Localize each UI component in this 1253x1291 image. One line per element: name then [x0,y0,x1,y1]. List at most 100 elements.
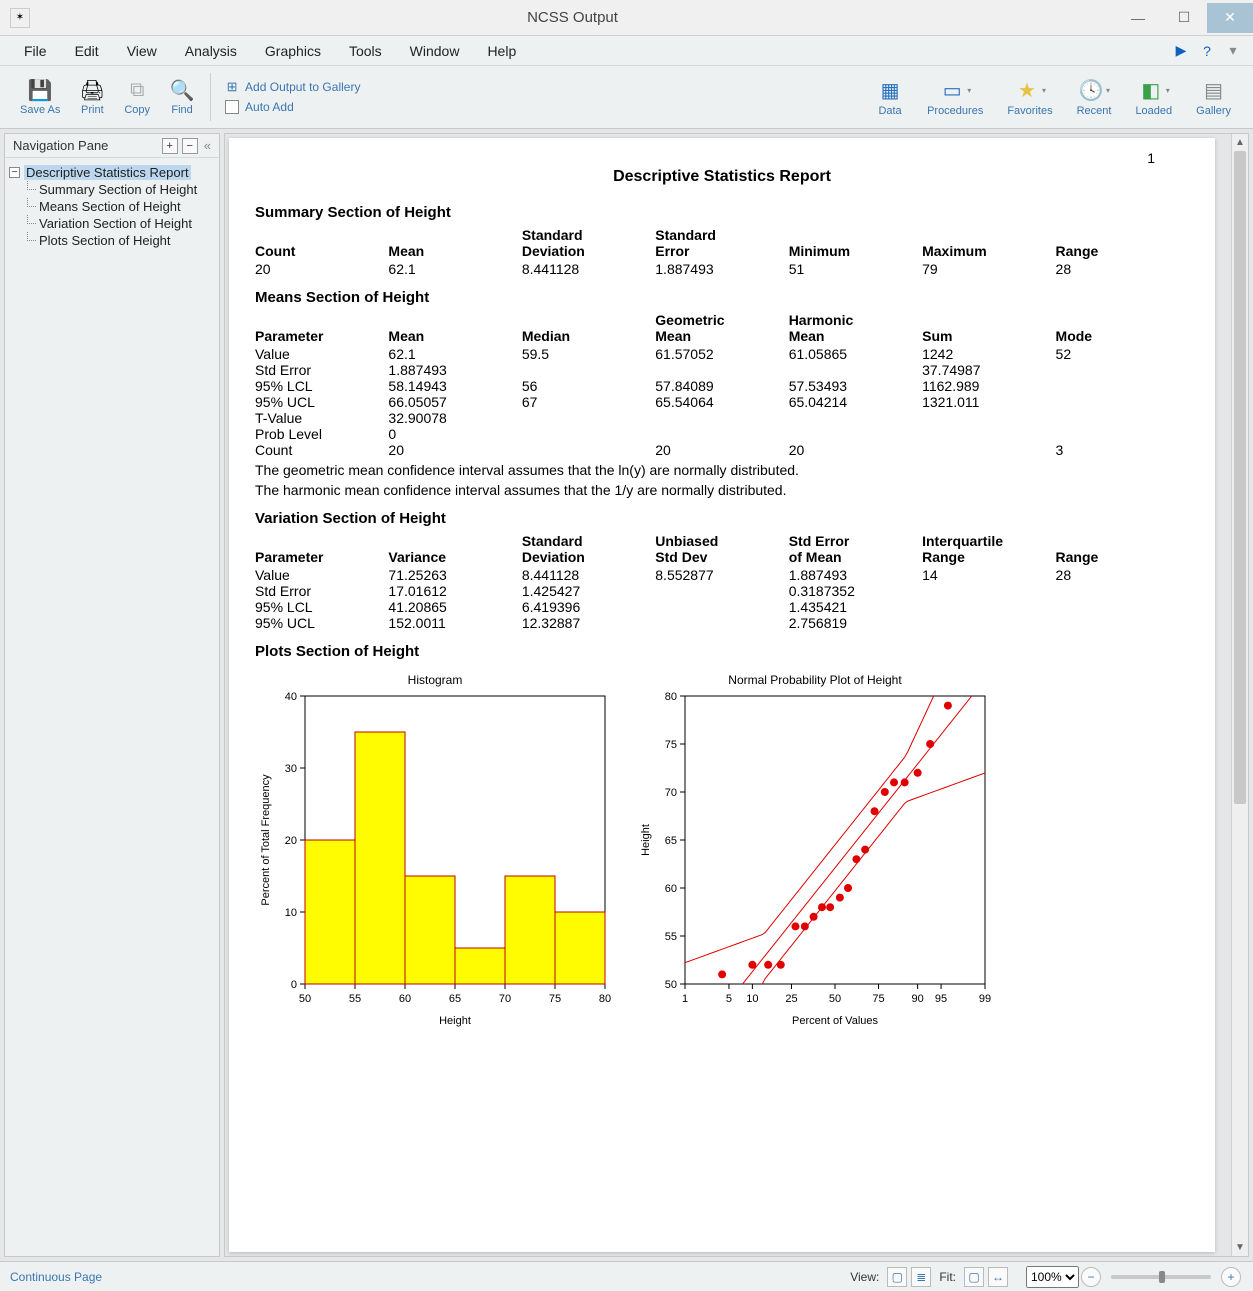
menu-view[interactable]: View [113,38,171,64]
scroll-thumb[interactable] [1234,151,1246,804]
svg-text:55: 55 [665,931,677,943]
print-icon: 🖨 [80,78,104,102]
recent-button[interactable]: 🕓▾Recent [1065,75,1124,119]
star-icon: ★ [1014,77,1040,103]
table-row: Std Error17.016121.4254270.3187352 [255,583,1189,599]
app-icon: ✶ [10,8,30,28]
toolbar: 💾Save As 🖨Print ⧉Copy 🔍Find ⊞Add Output … [0,66,1253,129]
page-mode-label[interactable]: Continuous Page [10,1270,102,1284]
tree-item-variation[interactable]: Variation Section of Height [9,215,215,232]
zoom-select[interactable]: 100% [1026,1266,1079,1288]
svg-text:90: 90 [912,993,924,1005]
page-number: 1 [1147,150,1155,166]
tree-root[interactable]: −Descriptive Statistics Report [9,164,215,181]
dropdown-icon[interactable]: ▾ [1223,41,1243,61]
svg-text:80: 80 [665,691,677,703]
data-button[interactable]: ▦Data [865,75,915,119]
menu-window[interactable]: Window [396,38,474,64]
svg-text:75: 75 [872,993,884,1005]
nav-title: Navigation Pane [13,138,108,153]
svg-text:75: 75 [665,739,677,751]
fit-label: Fit: [939,1270,956,1284]
tree-item-means[interactable]: Means Section of Height [9,198,215,215]
procedures-icon: ▭ [939,77,965,103]
svg-text:60: 60 [665,883,677,895]
tree-item-summary[interactable]: Summary Section of Height [9,181,215,198]
svg-text:50: 50 [829,993,841,1005]
svg-text:30: 30 [285,763,297,775]
window-title: NCSS Output [30,9,1115,26]
loaded-button[interactable]: ◧▾Loaded [1123,75,1184,119]
svg-text:10: 10 [746,993,758,1005]
histogram-plot: Histogram50556065707580010203040HeightPe… [255,670,615,1030]
copy-icon: ⧉ [125,78,149,102]
menu-graphics[interactable]: Graphics [251,38,335,64]
tree-item-plots[interactable]: Plots Section of Height [9,232,215,249]
view-continuous-button[interactable]: ≣ [911,1267,931,1287]
summary-table: Count Mean StandardDeviation StandardErr… [255,227,1189,277]
zoom-out-button[interactable]: − [1081,1267,1101,1287]
menu-analysis[interactable]: Analysis [171,38,251,64]
svg-text:40: 40 [285,691,297,703]
table-row: 2062.18.4411281.887493517928 [255,261,1189,277]
svg-text:Normal Probability Plot of Hei: Normal Probability Plot of Height [728,673,902,687]
collapse-all-button[interactable]: − [182,138,198,154]
gallery-icon: ▤ [1201,77,1227,103]
gallery-button[interactable]: ▤Gallery [1184,75,1243,119]
document-area: 1 Descriptive Statistics Report Summary … [224,133,1249,1257]
fit-width-button[interactable]: ↔ [988,1267,1008,1287]
clock-icon: 🕓 [1078,77,1104,103]
view-single-button[interactable]: ▢ [887,1267,907,1287]
add-output-to-gallery-button[interactable]: ⊞Add Output to Gallery [225,80,360,94]
zoom-slider[interactable] [1111,1275,1211,1279]
svg-text:50: 50 [299,993,311,1005]
fit-page-button[interactable]: ▢ [964,1267,984,1287]
menu-file[interactable]: File [10,38,61,64]
menu-bar: File Edit View Analysis Graphics Tools W… [0,36,1253,66]
close-button[interactable]: ✕ [1207,3,1253,33]
save-icon: 💾 [28,78,52,102]
scroll-down-icon[interactable]: ▼ [1232,1239,1248,1256]
means-note-1: The geometric mean confidence interval a… [255,462,1189,478]
tree-toggle-icon[interactable]: − [9,167,20,178]
vertical-scrollbar[interactable]: ▲ ▼ [1231,134,1248,1256]
view-label: View: [850,1270,879,1284]
menu-help[interactable]: Help [473,38,530,64]
probability-plot: Normal Probability Plot of Height1510255… [635,670,995,1030]
svg-text:65: 65 [665,835,677,847]
procedures-button[interactable]: ▭▾Procedures [915,75,995,119]
copy-button[interactable]: ⧉Copy [114,76,160,118]
table-row: Value71.252638.4411288.5528771.887493142… [255,567,1189,583]
maximize-button[interactable]: ☐ [1161,3,1207,33]
hide-pane-button[interactable]: « [204,138,211,153]
help-icon[interactable]: ? [1197,41,1217,61]
means-table: Parameter Mean Median GeometricMean Harm… [255,312,1189,458]
zoom-in-button[interactable]: + [1221,1267,1241,1287]
checkbox-icon [225,100,239,114]
svg-text:70: 70 [499,993,511,1005]
print-button[interactable]: 🖨Print [70,76,114,118]
svg-text:Percent of Total Frequency: Percent of Total Frequency [260,774,272,906]
favorites-button[interactable]: ★▾Favorites [995,75,1064,119]
svg-text:99: 99 [979,993,991,1005]
svg-text:70: 70 [665,787,677,799]
table-row: 95% LCL41.208656.4193961.435421 [255,599,1189,615]
expand-all-button[interactable]: + [162,138,178,154]
svg-text:Height: Height [439,1015,471,1027]
table-row: Count2020203 [255,442,1189,458]
variation-table: Parameter Variance StandardDeviation Unb… [255,533,1189,631]
scroll-up-icon[interactable]: ▲ [1232,134,1248,151]
plots-section-title: Plots Section of Height [255,643,1189,660]
minimize-button[interactable]: — [1115,3,1161,33]
save-as-button[interactable]: 💾Save As [10,76,70,118]
menu-edit[interactable]: Edit [61,38,113,64]
auto-add-checkbox[interactable]: Auto Add [225,100,360,114]
svg-text:80: 80 [599,993,611,1005]
svg-text:50: 50 [665,979,677,991]
menu-tools[interactable]: Tools [335,38,396,64]
nav-tree: −Descriptive Statistics Report Summary S… [5,158,219,255]
play-icon[interactable]: ▶ [1171,41,1191,61]
report-title: Descriptive Statistics Report [255,168,1189,186]
summary-section-title: Summary Section of Height [255,204,1189,221]
find-button[interactable]: 🔍Find [160,76,204,118]
